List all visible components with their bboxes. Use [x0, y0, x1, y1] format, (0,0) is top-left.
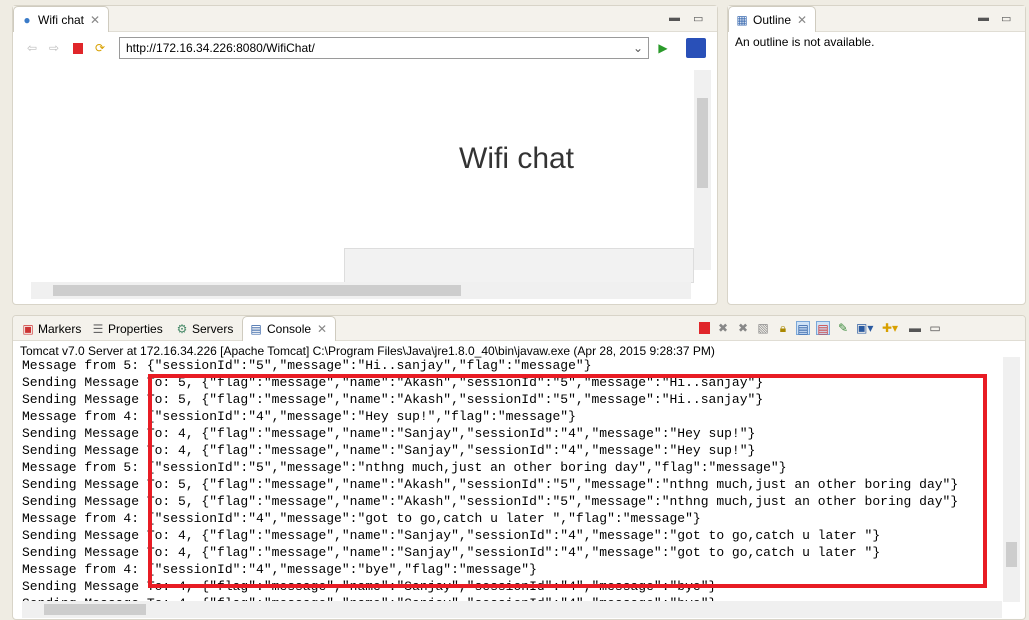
pin-console-icon[interactable]: ✎	[836, 321, 850, 335]
page-box	[344, 248, 694, 283]
tab-label: Markers	[38, 322, 82, 336]
url-input[interactable]: http://172.16.34.226:8080/WifiChat/ ⌄	[119, 37, 649, 59]
back-icon[interactable]: ⇦	[25, 41, 39, 55]
maximize-icon[interactable]: ▭	[1001, 12, 1011, 25]
console-vscroll[interactable]	[1003, 357, 1020, 602]
tab-wifi-chat[interactable]: ● Wifi chat ✕	[13, 6, 110, 32]
minimize-icon[interactable]: ▬	[978, 12, 989, 24]
outline-message: An outline is not available.	[735, 35, 875, 49]
show-stdout-icon[interactable]: ▤	[796, 321, 810, 336]
highlight-box	[148, 374, 987, 588]
tab-outline[interactable]: ▦ Outline ✕	[728, 6, 817, 32]
console-hscroll[interactable]	[22, 601, 1002, 618]
tab-console[interactable]: ▤ Console ✕	[242, 316, 337, 341]
tab-servers[interactable]: ⚙ Servers	[175, 322, 234, 336]
show-stderr-icon[interactable]: ▤	[816, 321, 830, 336]
browser-tabbar: ● Wifi chat ✕ ▬ ▭	[13, 6, 717, 32]
scroll-thumb[interactable]	[1006, 542, 1017, 567]
stop-icon[interactable]	[73, 43, 83, 54]
close-icon[interactable]: ✕	[315, 322, 329, 336]
browser-hscroll[interactable]	[31, 282, 691, 299]
remove-all-icon[interactable]: ✖	[736, 321, 750, 335]
open-console-icon[interactable]: ✚▾	[882, 321, 898, 335]
eclipse-icon[interactable]	[686, 38, 706, 58]
close-icon[interactable]: ✕	[795, 13, 809, 27]
go-icon[interactable]: ▶	[656, 41, 670, 55]
globe-icon: ●	[23, 12, 31, 27]
scroll-thumb[interactable]	[697, 98, 708, 188]
tab-label: Console	[267, 322, 312, 336]
markers-icon: ▣	[22, 322, 34, 336]
url-text: http://172.16.34.226:8080/WifiChat/	[126, 41, 315, 55]
tab-properties[interactable]: ☰ Properties	[91, 322, 163, 336]
console-icon: ▤	[250, 322, 262, 336]
browser-content: Wifi chat	[14, 70, 694, 283]
chevron-down-icon[interactable]: ⌄	[633, 41, 643, 55]
tab-label: Properties	[108, 322, 163, 336]
tab-label: Servers	[192, 322, 234, 336]
browser-vscroll[interactable]	[694, 70, 711, 270]
terminate-icon[interactable]	[699, 322, 710, 334]
outline-icon: ▦	[736, 12, 748, 27]
tab-label: Wifi chat	[38, 12, 85, 27]
console-tabbar: ▣ Markers ☰ Properties ⚙ Servers ▤ Console …	[13, 316, 1025, 341]
tab-label: Outline	[753, 12, 792, 27]
servers-icon: ⚙	[176, 322, 188, 336]
browser-panel: ● Wifi chat ✕ ▬ ▭ ⇦ ⇨ ⟳ http://172.16.34…	[12, 5, 718, 305]
scroll-lock-icon[interactable]: 🔒︎	[776, 321, 790, 335]
forward-icon[interactable]: ⇨	[47, 41, 61, 55]
refresh-icon[interactable]: ⟳	[93, 41, 107, 55]
minimize-icon[interactable]: ▬	[908, 321, 922, 335]
maximize-icon[interactable]: ▭	[693, 12, 703, 25]
display-console-icon[interactable]: ▣▾	[856, 321, 873, 335]
remove-launch-icon[interactable]: ✖	[716, 321, 730, 335]
page-heading: Wifi chat	[459, 142, 575, 175]
console-toolbar: ✖ ✖ ▧ 🔒︎ ▤ ▤ ✎ ▣▾ ✚▾ ▬ ▭	[699, 321, 942, 336]
maximize-icon[interactable]: ▭	[928, 321, 942, 335]
clear-console-icon[interactable]: ▧	[756, 321, 770, 335]
console-process-label: Tomcat v7.0 Server at 172.16.34.226 [Apa…	[20, 344, 715, 358]
properties-icon: ☰	[92, 322, 104, 336]
minimize-icon[interactable]: ▬	[669, 12, 680, 24]
tab-markers[interactable]: ▣ Markers	[21, 322, 81, 336]
close-icon[interactable]: ✕	[88, 13, 102, 27]
outline-tabbar: ▦ Outline ✕ ▬ ▭	[728, 6, 1025, 32]
scroll-thumb[interactable]	[44, 604, 146, 615]
scroll-thumb[interactable]	[53, 285, 461, 296]
outline-panel: ▦ Outline ✕ ▬ ▭ An outline is not availa…	[727, 5, 1026, 305]
console-line: Message from 5: {"sessionId":"5","messag…	[22, 358, 592, 373]
